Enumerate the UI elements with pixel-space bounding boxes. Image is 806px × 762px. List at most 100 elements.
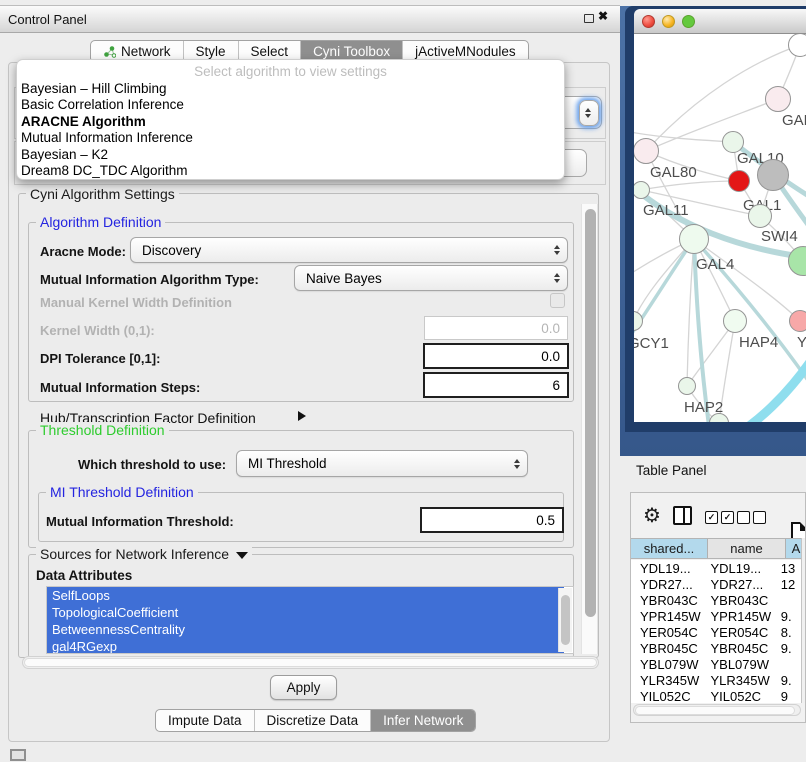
table-row[interactable]: YER054CYER054C8. <box>631 624 801 640</box>
combo-arrow-button[interactable] <box>579 100 599 126</box>
deselect-all-checkboxes-icon[interactable] <box>737 511 766 524</box>
node[interactable] <box>788 34 806 57</box>
close-icon[interactable]: ✖ <box>598 9 608 23</box>
dock-panel-icon[interactable] <box>10 749 26 761</box>
network-window-titlebar[interactable] <box>634 9 806 34</box>
tab-infer-network[interactable]: Infer Network <box>370 710 475 731</box>
table-cell: YPR145W <box>705 609 780 624</box>
algorithm-option[interactable]: ARACNE Algorithm <box>17 114 564 130</box>
checked-box-icon: ✓ <box>705 511 718 524</box>
manual-kernel-checkbox[interactable] <box>550 293 565 308</box>
node-gal1[interactable] <box>728 170 750 192</box>
table-cell: YPR145W <box>631 609 705 624</box>
chevron-updown-icon <box>514 459 520 469</box>
aracne-mode-value: Discovery <box>142 243 201 258</box>
node-hap4[interactable] <box>723 309 747 333</box>
kernel-width-field[interactable]: 0.0 <box>424 316 568 340</box>
node[interactable] <box>748 204 772 228</box>
settings-scrollbar[interactable] <box>581 204 598 654</box>
table-cell: 9. <box>781 609 801 624</box>
node-gal[interactable] <box>765 86 791 112</box>
dpi-tolerance-field[interactable]: 0.0 <box>423 343 569 369</box>
apply-button[interactable]: Apply <box>270 675 337 700</box>
aracne-mode-combobox[interactable]: Discovery <box>130 237 568 263</box>
dropdown-placeholder: Select algorithm to view settings <box>17 63 564 81</box>
settings-hscrollbar[interactable] <box>22 656 599 669</box>
node-y[interactable] <box>789 310 806 332</box>
column-header-name[interactable]: name <box>708 539 786 558</box>
attribute-item[interactable]: gal4RGexp <box>47 638 564 654</box>
algorithm-option[interactable]: Mutual Information Inference <box>17 130 564 146</box>
float-window-icon[interactable] <box>584 14 594 23</box>
table-cell: YBR045C <box>705 641 780 656</box>
table-row[interactable]: YDR27...YDR27...12 <box>631 576 801 592</box>
attributes-scrollbar[interactable] <box>558 588 572 652</box>
which-threshold-combobox[interactable]: MI Threshold <box>236 450 528 477</box>
attributes-scrollbar-thumb[interactable] <box>561 595 570 645</box>
tab-discretize-data[interactable]: Discretize Data <box>254 710 371 731</box>
tab-impute-data[interactable]: Impute Data <box>156 710 254 731</box>
table-row[interactable]: YBL079WYBL079W <box>631 656 801 672</box>
attribute-item[interactable]: BetweennessCentrality <box>47 621 564 638</box>
table-hscrollbar-thumb[interactable] <box>635 706 795 715</box>
table-cell: YLR345W <box>631 673 705 688</box>
triangle-down-icon[interactable] <box>236 552 248 559</box>
node-label: GAL <box>782 112 806 129</box>
tab-label: jActiveMNodules <box>415 44 516 59</box>
mi-threshold-label: Mutual Information Threshold: <box>46 514 234 529</box>
window-zoom-button[interactable] <box>682 15 695 28</box>
window-minimize-button[interactable] <box>662 15 675 28</box>
tab-label: Impute Data <box>168 713 242 728</box>
aracne-mode-label: Aracne Mode: <box>40 244 126 259</box>
table-hscrollbar[interactable] <box>633 704 801 716</box>
node-label: Y <box>797 334 806 351</box>
sources-title-text: Sources for Network Inference <box>40 546 229 562</box>
table-header: shared...nameA <box>631 538 806 559</box>
select-all-checkboxes-icon[interactable]: ✓ ✓ <box>705 511 734 524</box>
node-gal4[interactable] <box>679 224 709 254</box>
node[interactable] <box>757 159 789 191</box>
gear-icon[interactable]: ⚙ <box>643 506 661 526</box>
chevron-updown-icon <box>585 108 591 118</box>
columns-icon[interactable] <box>673 506 692 525</box>
tab-label: Style <box>196 44 226 59</box>
mi-steps-field[interactable]: 6 <box>423 372 569 398</box>
attribute-item[interactable]: SelfLoops <box>47 587 564 604</box>
algorithm-option[interactable]: Bayesian – K2 <box>17 147 564 163</box>
table-vscrollbar[interactable] <box>801 538 806 703</box>
dpi-tolerance-label: DPI Tolerance [0,1]: <box>40 351 160 366</box>
table-panel-title: Table Panel <box>636 463 707 478</box>
table-row[interactable]: YPR145WYPR145W9. <box>631 608 801 624</box>
table-cell: 9 <box>781 689 801 704</box>
triangle-right-icon[interactable] <box>298 411 306 421</box>
table-cell: 8. <box>781 625 801 640</box>
table-body: YDL19...YDL19...13YDR27...YDR27...12YBR0… <box>631 560 801 703</box>
chevron-updown-icon <box>554 273 560 283</box>
algorithm-option[interactable]: Basic Correlation Inference <box>17 97 564 113</box>
table-row[interactable]: YDL19...YDL19...13 <box>631 560 801 576</box>
algorithm-option[interactable]: Bayesian – Hill Climbing <box>17 81 564 97</box>
window-close-button[interactable] <box>642 15 655 28</box>
algorithm-option[interactable]: Dream8 DC_TDC Algorithm <box>17 163 564 179</box>
column-header-shared-[interactable]: shared... <box>631 539 708 558</box>
table-cell: YER054C <box>631 625 705 640</box>
table-row[interactable]: YBR043CYBR043C <box>631 592 801 608</box>
attribute-item[interactable]: TopologicalCoefficient <box>47 604 564 621</box>
control-panel-titlebar: Control Panel <box>0 5 620 33</box>
kernel-width-label: Kernel Width (0,1): <box>40 323 155 338</box>
checked-box-icon: ✓ <box>721 511 734 524</box>
apply-button-label: Apply <box>287 680 321 695</box>
table-row[interactable]: YLR345WYLR345W9. <box>631 672 801 688</box>
mi-algorithm-type-combobox[interactable]: Naive Bayes <box>294 265 568 291</box>
node-hap2[interactable] <box>678 377 696 395</box>
table-cell: YLR345W <box>705 673 780 688</box>
network-canvas[interactable]: GALGAL80GAL10GAL1GAL11SWI4GAL4GCY1HAP4YH… <box>634 34 806 422</box>
table-row[interactable]: YIL052CYIL052C9 <box>631 688 801 703</box>
settings-hscrollbar-thumb[interactable] <box>24 658 597 667</box>
mi-threshold-field[interactable]: 0.5 <box>420 507 564 533</box>
mi-threshold-definition-title: MI Threshold Definition <box>46 484 198 500</box>
settings-scrollbar-thumb[interactable] <box>585 209 596 617</box>
sources-title[interactable]: Sources for Network Inference <box>36 546 252 562</box>
table-row[interactable]: YBR045CYBR045C9. <box>631 640 801 656</box>
node-gal80[interactable] <box>634 138 659 164</box>
